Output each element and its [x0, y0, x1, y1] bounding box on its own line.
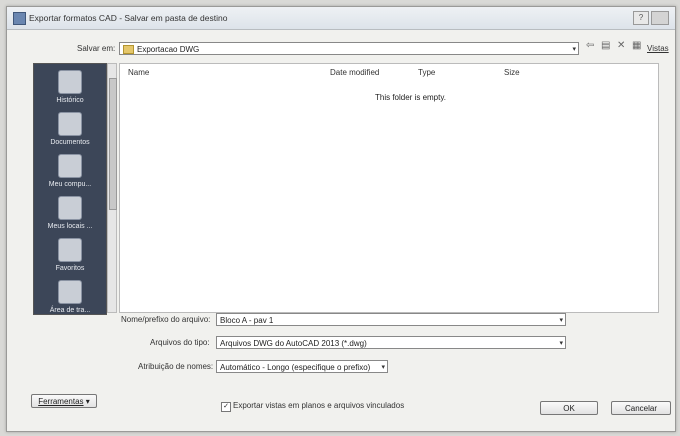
place-area-de-trabalho[interactable]: Área de tra...	[34, 280, 106, 314]
title-bar: Exportar formatos CAD - Salvar em pasta …	[7, 7, 675, 30]
export-views-checkbox[interactable]: ✓	[221, 402, 231, 412]
column-type[interactable]: Type	[418, 68, 435, 77]
column-name[interactable]: Name	[128, 68, 149, 77]
filetype-value: Arquivos DWG do AutoCAD 2013 (*.dwg)	[220, 339, 367, 348]
chevron-down-icon: ▾	[572, 46, 576, 53]
back-icon[interactable]: ⇦	[586, 40, 594, 51]
column-date-modified[interactable]: Date modified	[330, 68, 379, 77]
cancel-button[interactable]: Cancelar	[611, 401, 671, 415]
folder-icon	[123, 45, 134, 54]
naming-label: Atribuição de nomes:	[138, 362, 214, 371]
place-meu-computador[interactable]: Meu compu...	[34, 154, 106, 188]
views-menu[interactable]: Vistas	[647, 44, 669, 53]
column-size[interactable]: Size	[504, 68, 520, 77]
export-views-label: Exportar vistas em planos e arquivos vin…	[233, 401, 405, 410]
documents-icon	[58, 112, 82, 136]
favorites-icon	[58, 238, 82, 262]
history-icon	[58, 70, 82, 94]
empty-folder-message: This folder is empty.	[375, 93, 446, 102]
save-in-value: Exportacao DWG	[137, 45, 200, 54]
naming-value: Automático - Longo (especifique o prefix…	[220, 363, 371, 372]
ok-button[interactable]: OK	[540, 401, 598, 415]
help-button[interactable]: ?	[633, 11, 649, 25]
chevron-down-icon: ▾	[559, 340, 563, 347]
places-scrollbar[interactable]	[107, 63, 117, 313]
filename-input[interactable]: Bloco A - pav 1 ▾	[216, 313, 566, 326]
place-meus-locais[interactable]: Meus locais ...	[34, 196, 106, 230]
places-bar: Histórico Documentos Meu compu... Meus l…	[33, 63, 107, 315]
chevron-down-icon: ▾	[559, 317, 563, 324]
filetype-label: Arquivos do tipo:	[150, 338, 210, 347]
computer-icon	[58, 154, 82, 178]
delete-icon[interactable]: ✕	[617, 40, 625, 51]
desktop-icon	[58, 280, 82, 304]
place-favoritos[interactable]: Favoritos	[34, 238, 106, 272]
up-folder-icon[interactable]: ▤	[601, 40, 610, 51]
close-button[interactable]	[651, 11, 669, 25]
filetype-select[interactable]: Arquivos DWG do AutoCAD 2013 (*.dwg) ▾	[216, 336, 566, 349]
place-documentos[interactable]: Documentos	[34, 112, 106, 146]
filename-value: Bloco A - pav 1	[220, 316, 274, 325]
save-in-combo[interactable]: Exportacao DWG ▾	[119, 42, 579, 55]
scrollbar-thumb[interactable]	[109, 78, 117, 210]
app-icon	[13, 12, 26, 25]
file-list[interactable]: Name Date modified Type Size This folder…	[119, 63, 659, 313]
filename-label: Nome/prefixo do arquivo:	[121, 315, 211, 324]
new-folder-icon[interactable]: ▦	[632, 40, 641, 51]
window-title: Exportar formatos CAD - Salvar em pasta …	[29, 13, 228, 23]
export-cad-dialog: Exportar formatos CAD - Salvar em pasta …	[6, 6, 676, 432]
network-icon	[58, 196, 82, 220]
place-historico[interactable]: Histórico	[34, 70, 106, 104]
save-in-label: Salvar em:	[77, 44, 116, 53]
naming-select[interactable]: Automático - Longo (especifique o prefix…	[216, 360, 388, 373]
tools-button[interactable]: Ferramentas ▾	[31, 394, 97, 408]
chevron-down-icon: ▾	[381, 364, 385, 371]
